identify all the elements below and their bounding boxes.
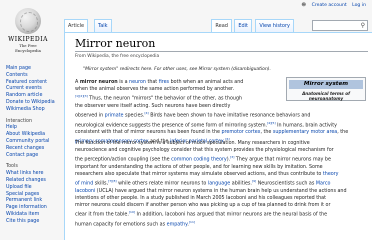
tab-view-history[interactable]: View history bbox=[255, 19, 294, 32]
search-input[interactable]: ⚲ bbox=[312, 20, 368, 31]
text-run: abilities. bbox=[230, 181, 252, 187]
text-run: In humans, brain activity bbox=[275, 123, 337, 129]
text-run: that bbox=[145, 80, 159, 85]
text-run: consistent with that of mirror neurons h… bbox=[75, 130, 222, 136]
page-tabs: Article Talk Read Edit View history ⚲ bbox=[64, 15, 372, 32]
sidebar-item-main-page[interactable]: Main page bbox=[6, 66, 66, 73]
text-run: when the animal observes the same action… bbox=[75, 87, 235, 93]
tab-article-label: Article bbox=[68, 23, 85, 29]
sidebar-item-page-information[interactable]: Page information bbox=[6, 205, 66, 212]
inline-link[interactable]: fires bbox=[159, 80, 169, 85]
sidebar-item-wikimedia-shop[interactable]: Wikimedia Shop bbox=[6, 107, 66, 114]
inline-link[interactable]: primate bbox=[105, 114, 124, 119]
tab-edit-label: Edit bbox=[238, 23, 248, 29]
text-run: the perception/action coupling (see the bbox=[75, 157, 172, 163]
sidebar-item-about[interactable]: About Wikipedia bbox=[6, 132, 66, 139]
log-in-link[interactable]: Log in bbox=[352, 3, 366, 8]
create-account-link[interactable]: Create account bbox=[312, 3, 347, 8]
text-run: skills, bbox=[93, 181, 109, 187]
puzzle-globe-icon bbox=[15, 8, 41, 34]
tab-talk-label: Talk bbox=[98, 23, 108, 29]
sidebar-tools: What links here Related changes Upload f… bbox=[6, 171, 66, 225]
sidebar-item-cite-this-page[interactable]: Cite this page bbox=[6, 219, 66, 226]
inline-link[interactable]: language bbox=[208, 182, 230, 187]
tab-view-history-label: View history bbox=[259, 23, 290, 29]
hatnote: "Mirror system" redirects here. For othe… bbox=[83, 67, 271, 72]
sidebar-item-what-links-here[interactable]: What links here bbox=[6, 171, 66, 178]
text-run: clear it from the table. bbox=[75, 212, 129, 218]
logo-subtitle: The Free Encyclopedia bbox=[15, 43, 41, 53]
top-bar: ☻ Create account Log in bbox=[0, 0, 372, 12]
text-run: , the bbox=[260, 130, 273, 136]
citation-ref[interactable]: [1][2][3] bbox=[75, 94, 88, 98]
search-icon[interactable]: ⚲ bbox=[361, 22, 365, 29]
sidebar-item-donate[interactable]: Donate to Wikipedia bbox=[6, 100, 66, 107]
personal-tools: ☻ Create account Log in bbox=[297, 3, 366, 8]
text-run: They argue that mirror neurons may be bbox=[234, 157, 331, 163]
text-run: (UCLA) have argued that mirror neuron sy… bbox=[95, 188, 347, 194]
inline-link[interactable]: Marco bbox=[316, 182, 331, 187]
text-run: researchers also speculate that mirror s… bbox=[75, 171, 323, 177]
function-paragraph: The function of the mirror system is a s… bbox=[75, 140, 369, 228]
text-run: important for understanding the actions … bbox=[75, 164, 323, 170]
inline-link[interactable]: neuron bbox=[129, 80, 146, 85]
inline-link[interactable]: premotor cortex bbox=[222, 130, 261, 135]
text-run: neuroscience and cognitive psychology co… bbox=[75, 148, 334, 154]
bold-term: mirror neuron bbox=[79, 80, 118, 85]
sidebar-item-wikidata-item[interactable]: Wikidata item bbox=[6, 212, 66, 219]
page-title: Mirror neuron bbox=[75, 37, 156, 50]
citation-ref[interactable]: [7][8] bbox=[108, 179, 117, 183]
tab-read-label: Read bbox=[215, 23, 228, 29]
citation-ref[interactable]: [4][5] bbox=[267, 121, 276, 125]
inline-link[interactable]: supplementary motor area bbox=[273, 130, 337, 135]
sidebar-interaction: Help About Wikipedia Community portal Re… bbox=[6, 125, 66, 159]
logo-title: WIKIPEDIA bbox=[8, 36, 48, 43]
tab-edit[interactable]: Edit bbox=[234, 19, 252, 32]
text-run: the observer were itself acting. Such ne… bbox=[75, 103, 231, 109]
user-icon: ☻ bbox=[301, 3, 307, 8]
citation-ref[interactable]: [11] bbox=[189, 220, 195, 224]
site-subtitle: From Wikipedia, the free encyclopedia bbox=[75, 54, 160, 59]
sidebar-item-upload-file[interactable]: Upload file bbox=[6, 185, 66, 192]
text-run: Birds have been shown to have imitative … bbox=[148, 113, 311, 119]
intro-paragraph: A mirror neuron is a neuron that fires b… bbox=[75, 79, 365, 146]
text-run: In addition, Iacoboni has argued that mi… bbox=[135, 212, 328, 218]
inline-link[interactable]: theory bbox=[323, 172, 339, 177]
inline-link[interactable]: empathy bbox=[167, 222, 188, 227]
inline-link[interactable]: of mind bbox=[75, 182, 93, 187]
main-content: Mirror neuron From Wikipedia, the free e… bbox=[64, 32, 372, 240]
text-run: Thus, the neuron "mirrors" the behavior … bbox=[87, 96, 243, 102]
text-run: , the bbox=[337, 130, 349, 136]
text-run: while others relate mirror neurons to bbox=[116, 181, 208, 187]
text-run: both when an animal acts and bbox=[169, 80, 244, 85]
sidebar-item-contact-page[interactable]: Contact page bbox=[6, 153, 66, 160]
text-run: species. bbox=[123, 113, 145, 119]
sidebar-item-community-portal[interactable]: Community portal bbox=[6, 139, 66, 146]
sidebar-item-contents[interactable]: Contents bbox=[6, 73, 66, 80]
sidebar-nav: Main page Contents Featured content Curr… bbox=[6, 66, 66, 114]
text-run: intentions of other people. In a study p… bbox=[75, 195, 326, 201]
text-run: mirror neurons could discern if another … bbox=[75, 202, 331, 208]
tab-talk[interactable]: Talk bbox=[94, 19, 112, 32]
title-divider bbox=[75, 51, 368, 52]
sidebar: Main page Contents Featured content Curr… bbox=[6, 66, 66, 226]
text-run: human capacity for emotions such as bbox=[75, 222, 167, 228]
wikipedia-logo[interactable]: WIKIPEDIA The Free Encyclopedia bbox=[6, 8, 50, 53]
inline-link[interactable]: Iacoboni bbox=[75, 189, 95, 194]
text-run: neurological evidence suggests the prese… bbox=[75, 123, 268, 129]
tab-read[interactable]: Read bbox=[211, 19, 232, 32]
tab-article[interactable]: Article bbox=[64, 19, 89, 32]
sidebar-item-related-changes[interactable]: Related changes bbox=[6, 178, 66, 185]
text-run: is a bbox=[117, 80, 130, 85]
text-run: observed in bbox=[75, 113, 105, 119]
sidebar-item-random-article[interactable]: Random article bbox=[6, 93, 66, 100]
inline-link[interactable]: common coding theory bbox=[171, 158, 227, 163]
sidebar-item-recent-changes[interactable]: Recent changes bbox=[6, 146, 66, 153]
text-run: The function of the mirror system is a s… bbox=[75, 141, 310, 146]
text-run: Neuroscientists such as bbox=[256, 181, 316, 187]
